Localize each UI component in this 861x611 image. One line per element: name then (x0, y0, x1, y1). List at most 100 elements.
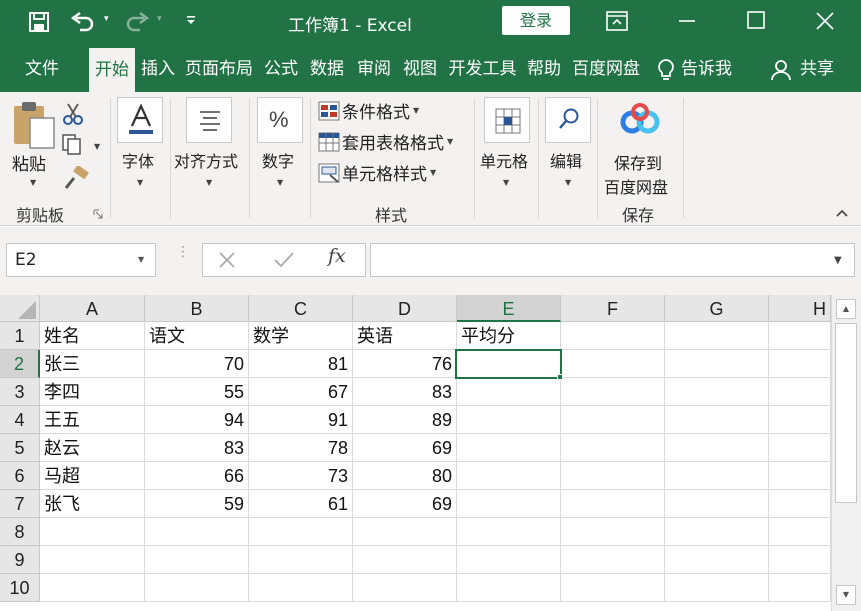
tab-formulas[interactable]: 公式 (259, 44, 303, 92)
cell-c5[interactable]: 78 (249, 434, 353, 462)
cell-d8[interactable] (353, 518, 457, 546)
scroll-thumb[interactable] (835, 323, 857, 503)
editing-button-box[interactable] (545, 97, 591, 143)
cell-e4[interactable] (457, 406, 561, 434)
cell-f7[interactable] (561, 490, 665, 518)
cell-g10[interactable] (665, 574, 769, 602)
cell-b8[interactable] (145, 518, 249, 546)
row-header-10[interactable]: 10 (0, 574, 40, 602)
cell-h6[interactable] (769, 462, 831, 490)
alignment-label[interactable]: 对齐方式 (174, 148, 238, 172)
maximize-icon[interactable] (747, 11, 765, 29)
row-header-6[interactable]: 6 (0, 462, 40, 490)
formula-input[interactable] (370, 243, 855, 277)
cell-b10[interactable] (145, 574, 249, 602)
font-label[interactable]: 字体 (122, 148, 154, 172)
close-icon[interactable] (815, 11, 835, 31)
column-header-b[interactable]: B (145, 295, 249, 322)
cell-f4[interactable] (561, 406, 665, 434)
cell-a10[interactable] (40, 574, 145, 602)
cell-b2[interactable]: 70 (145, 350, 249, 378)
tell-me-search[interactable]: 告诉我 (681, 44, 732, 92)
cell-d6[interactable]: 80 (353, 462, 457, 490)
tab-help[interactable]: 帮助 (522, 44, 566, 92)
cell-e1[interactable]: 平均分 (457, 322, 561, 350)
ribbon-display-options-icon[interactable] (606, 11, 628, 31)
cell-c2[interactable]: 81 (249, 350, 353, 378)
cell-g6[interactable] (665, 462, 769, 490)
alignment-button-box[interactable] (186, 97, 232, 143)
editing-label[interactable]: 编辑 (550, 148, 582, 172)
row-header-5[interactable]: 5 (0, 434, 40, 462)
minimize-icon[interactable] (677, 11, 697, 31)
column-header-e[interactable]: E (457, 295, 561, 322)
font-dropdown-icon[interactable]: ▼ (137, 178, 143, 187)
cell-e5[interactable] (457, 434, 561, 462)
save-baidu-line2[interactable]: 百度网盘 (604, 174, 668, 198)
undo-icon[interactable] (70, 11, 96, 33)
cell-b5[interactable]: 83 (145, 434, 249, 462)
cell-c4[interactable]: 91 (249, 406, 353, 434)
cells-button-box[interactable] (484, 97, 530, 143)
cell-a7[interactable]: 张飞 (40, 490, 145, 518)
enter-check-icon[interactable] (272, 249, 296, 271)
cell-a3[interactable]: 李四 (40, 378, 145, 406)
cell-h4[interactable] (769, 406, 831, 434)
cell-h10[interactable] (769, 574, 831, 602)
cell-g2[interactable] (665, 350, 769, 378)
cell-f8[interactable] (561, 518, 665, 546)
cell-a6[interactable]: 马超 (40, 462, 145, 490)
paste-dropdown-icon[interactable]: ▼ (30, 178, 36, 187)
cell-d4[interactable]: 89 (353, 406, 457, 434)
tab-review[interactable]: 审阅 (352, 44, 396, 92)
tab-view[interactable]: 视图 (398, 44, 442, 92)
cancel-icon[interactable] (216, 249, 238, 271)
cell-b3[interactable]: 55 (145, 378, 249, 406)
cell-a9[interactable] (40, 546, 145, 574)
login-button[interactable]: 登录 (502, 6, 570, 35)
select-all-button[interactable] (0, 295, 40, 322)
tab-page-layout[interactable]: 页面布局 (183, 44, 255, 92)
cell-f2[interactable] (561, 350, 665, 378)
cell-b7[interactable]: 59 (145, 490, 249, 518)
tab-insert[interactable]: 插入 (136, 44, 180, 92)
paste-icon[interactable] (12, 100, 56, 152)
cut-icon[interactable] (62, 102, 84, 126)
cell-d5[interactable]: 69 (353, 434, 457, 462)
cell-h8[interactable] (769, 518, 831, 546)
row-header-1[interactable]: 1 (0, 322, 40, 350)
cell-e6[interactable] (457, 462, 561, 490)
cell-g1[interactable] (665, 322, 769, 350)
cell-h9[interactable] (769, 546, 831, 574)
cell-c7[interactable]: 61 (249, 490, 353, 518)
cell-h1[interactable] (769, 322, 831, 350)
share-button[interactable]: 共享 (800, 44, 834, 92)
cell-e8[interactable] (457, 518, 561, 546)
cell-b9[interactable] (145, 546, 249, 574)
collapse-ribbon-icon[interactable] (835, 208, 849, 218)
cell-d7[interactable]: 69 (353, 490, 457, 518)
save-icon[interactable] (28, 11, 50, 33)
expand-formula-bar-icon[interactable]: ▼ (834, 255, 842, 266)
worksheet-grid[interactable]: A B C D E F G H 1 2 3 4 5 6 7 8 9 10 姓名语… (0, 295, 861, 611)
active-cell-e2[interactable] (455, 349, 562, 379)
alignment-dropdown-icon[interactable]: ▼ (206, 178, 212, 187)
editing-dropdown-icon[interactable]: ▼ (565, 178, 571, 187)
cell-e3[interactable] (457, 378, 561, 406)
cell-a2[interactable]: 张三 (40, 350, 145, 378)
tab-data[interactable]: 数据 (305, 44, 349, 92)
cells-dropdown-icon[interactable]: ▼ (503, 178, 509, 187)
cell-g9[interactable] (665, 546, 769, 574)
row-header-3[interactable]: 3 (0, 378, 40, 406)
format-as-table-button[interactable]: 套用表格格式 ▼ (318, 129, 453, 155)
undo-dropdown-icon[interactable]: ▾ (104, 14, 109, 24)
cell-f5[interactable] (561, 434, 665, 462)
format-painter-icon[interactable] (62, 166, 90, 190)
cell-c3[interactable]: 67 (249, 378, 353, 406)
column-header-d[interactable]: D (353, 295, 457, 322)
cell-c10[interactable] (249, 574, 353, 602)
cell-g5[interactable] (665, 434, 769, 462)
row-header-2[interactable]: 2 (0, 350, 40, 378)
cell-f9[interactable] (561, 546, 665, 574)
cell-a4[interactable]: 王五 (40, 406, 145, 434)
